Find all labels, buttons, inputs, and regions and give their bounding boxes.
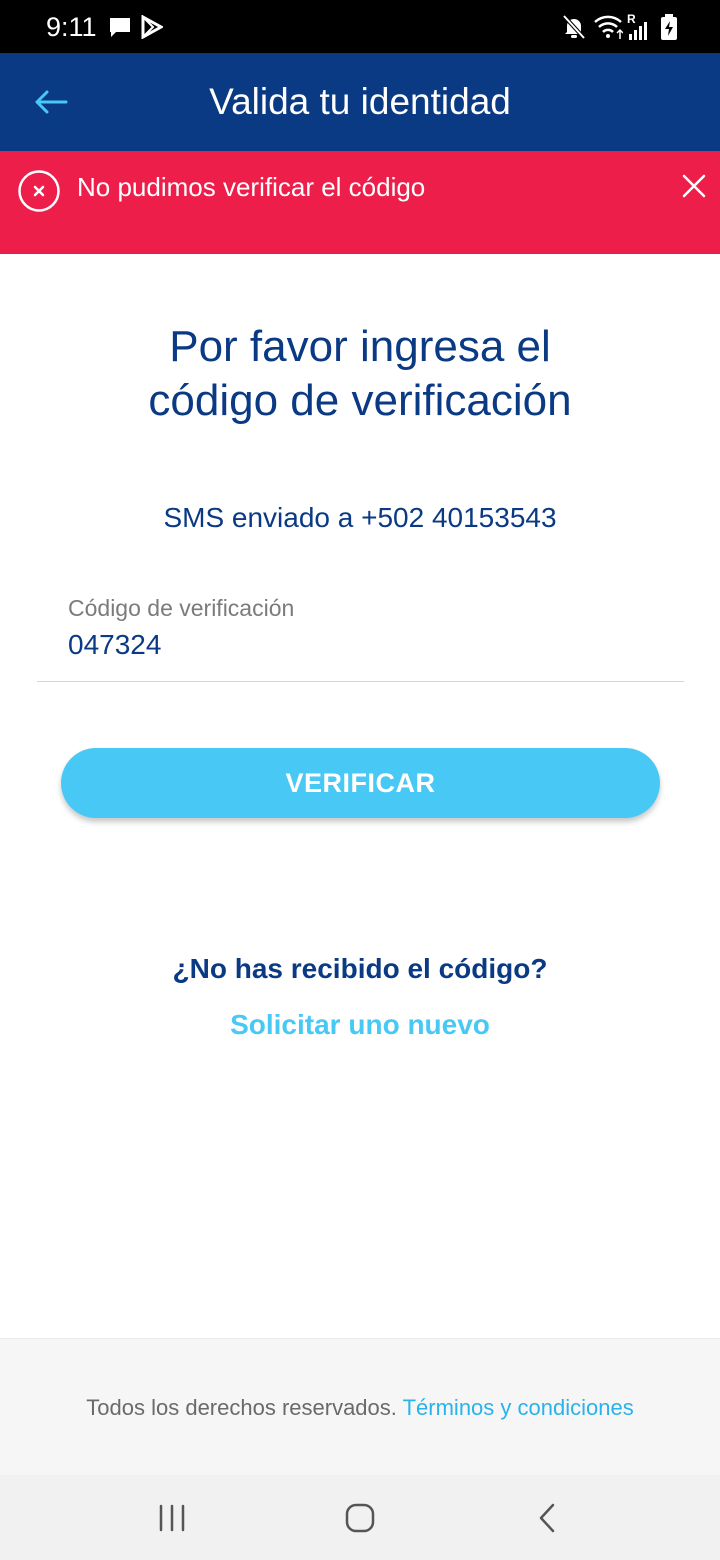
signal-icon xyxy=(629,22,647,40)
home-button[interactable] xyxy=(335,1493,385,1543)
mute-icon xyxy=(562,14,586,40)
code-field-label: Código de verificación xyxy=(68,595,295,621)
error-circle-x-icon xyxy=(18,170,60,212)
footer-line: Todos los derechos reservados. Términos … xyxy=(0,1394,720,1422)
status-bar: 9:11 R xyxy=(0,0,720,53)
verification-heading: Por favor ingresa el código de verificac… xyxy=(60,320,660,428)
status-time: 9:11 xyxy=(46,12,97,42)
play-store-icon xyxy=(141,15,163,39)
battery-icon xyxy=(661,14,677,40)
copyright-text: Todos los derechos reservados. xyxy=(86,1395,403,1420)
resend-question: ¿No has recibido el código? xyxy=(172,953,548,984)
error-banner: No pudimos verificar el código xyxy=(0,151,720,254)
system-nav-bar xyxy=(0,1475,720,1560)
message-icon xyxy=(110,18,130,37)
page-title: Valida tu identidad xyxy=(209,81,511,122)
heading-line-1: Por favor ingresa el xyxy=(169,322,551,371)
error-message: No pudimos verificar el código xyxy=(77,172,426,202)
request-new-code-link[interactable]: Solicitar uno nuevo xyxy=(0,1007,720,1043)
back-icon xyxy=(539,1503,555,1533)
footer: Todos los derechos reservados. Términos … xyxy=(0,1338,720,1475)
code-input[interactable]: 047324 xyxy=(68,628,161,662)
home-icon xyxy=(345,1503,375,1533)
wifi-icon xyxy=(594,15,623,39)
heading-line-2: código de verificación xyxy=(148,376,572,425)
close-banner-button[interactable] xyxy=(672,164,716,208)
terms-link[interactable]: Términos y condiciones xyxy=(403,1395,634,1420)
app-bar: Valida tu identidad xyxy=(0,53,720,151)
verify-button[interactable]: VERIFICAR xyxy=(61,748,660,818)
recent-apps-icon xyxy=(159,1504,185,1532)
recent-apps-button[interactable] xyxy=(147,1493,197,1543)
verification-code-field[interactable]: Código de verificación 047324 xyxy=(37,590,684,682)
sms-info: SMS enviado a +502 40153543 xyxy=(163,502,557,533)
system-back-button[interactable] xyxy=(522,1493,572,1543)
close-icon xyxy=(682,174,706,198)
